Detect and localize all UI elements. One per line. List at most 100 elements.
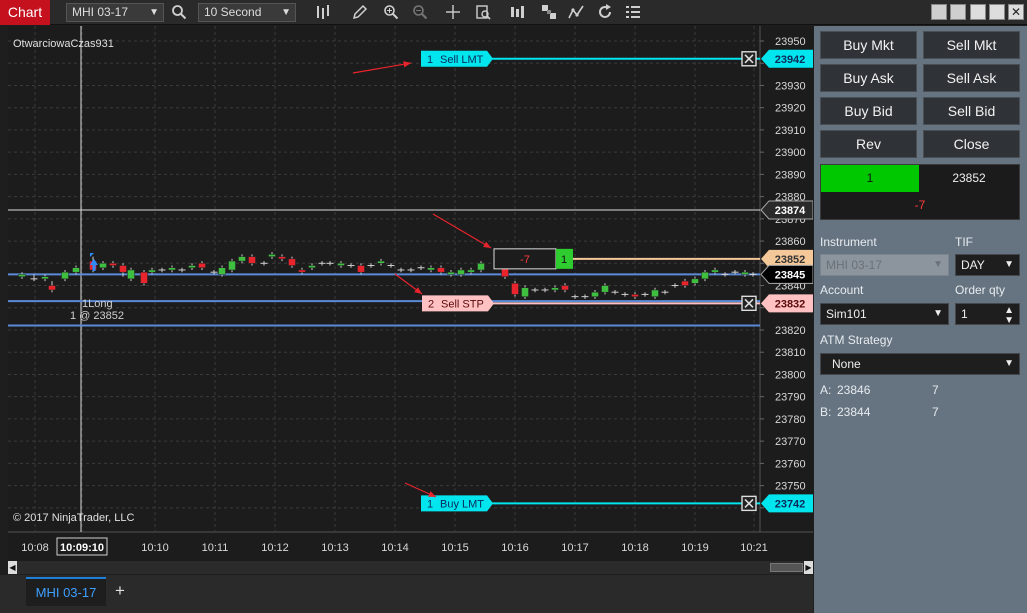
execution-flag-icon	[90, 253, 94, 257]
order-qty-stepper[interactable]: 1 ▲ ▼	[955, 303, 1020, 326]
maximize-icon[interactable]	[989, 4, 1005, 20]
candle-body	[288, 258, 296, 266]
candle-body	[601, 285, 609, 293]
add-tab-button[interactable]: +	[110, 579, 130, 603]
atm-strategy-select[interactable]: None ▼	[820, 353, 1020, 375]
candle-body	[228, 260, 236, 271]
tif-label: TIF	[955, 235, 973, 249]
price-tick-label: 23800	[775, 369, 806, 381]
sell-ask-button[interactable]: Sell Ask	[923, 64, 1020, 92]
bid-price: 23844	[837, 405, 871, 419]
order-qty-value: 1	[961, 307, 968, 321]
price-tick-label: 23770	[775, 436, 806, 448]
candle-body	[72, 267, 80, 273]
instrument-selector-value: MHI 03-17	[72, 5, 129, 19]
horizontal-scrollbar[interactable]: ◀ ▶	[8, 561, 813, 574]
candle-body	[18, 274, 26, 277]
time-tick-label: 10:16	[501, 542, 529, 554]
chart-tab[interactable]: Chart	[0, 0, 50, 25]
instrument-field-value: MHI 03-17	[826, 258, 883, 272]
buy-market-button[interactable]: Buy Mkt	[820, 31, 917, 59]
candle-body	[308, 265, 316, 268]
stepper-down-icon[interactable]: ▼	[1004, 311, 1014, 331]
price-tick-label: 23920	[775, 103, 806, 115]
pencil-icon[interactable]	[351, 4, 369, 21]
search-icon[interactable]	[170, 4, 188, 21]
atm-strategy-label: ATM Strategy	[820, 333, 893, 347]
crosshair-price-marker-label: 23874	[775, 205, 806, 217]
interval-selector-value: 10 Second	[204, 5, 262, 19]
tif-select[interactable]: DAY ▼	[955, 254, 1020, 276]
drawing-tools-icon[interactable]	[567, 4, 585, 21]
price-tick-label: 23890	[775, 169, 806, 181]
candle-body	[631, 294, 639, 297]
candle-body	[467, 269, 475, 273]
annotation-arrowhead	[403, 61, 411, 68]
chart-canvas[interactable]: 2395023940239302392023910239002389023880…	[8, 26, 813, 561]
position-quantity: 1	[821, 165, 919, 192]
instrument-tab[interactable]: MHI 03-17	[26, 577, 106, 606]
tif-select-value: DAY	[961, 258, 985, 272]
account-select[interactable]: Sim101 ▼	[820, 303, 949, 325]
restore-window-icon[interactable]	[950, 4, 966, 20]
candle-body	[427, 267, 435, 271]
time-tick-label: 10:21	[740, 542, 768, 554]
data-box-icon[interactable]	[474, 4, 492, 21]
sell-stop-order-qty: 2	[428, 298, 434, 310]
position-pnl: -7	[914, 198, 926, 212]
reload-icon[interactable]	[596, 4, 614, 21]
candle-body	[109, 263, 117, 266]
candle-body	[218, 267, 226, 275]
candle-body	[521, 287, 529, 297]
properties-icon[interactable]	[624, 4, 642, 21]
sell-market-button[interactable]: Sell Mkt	[923, 31, 1020, 59]
execution-detail: 1 @ 23852	[70, 310, 124, 322]
buy-ask-button[interactable]: Buy Ask	[820, 64, 917, 92]
execution-label: 1Long	[82, 298, 113, 310]
candle-body	[377, 260, 385, 264]
instrument-selector[interactable]: MHI 03-17 ▼	[66, 3, 164, 22]
candle-body	[298, 269, 306, 273]
bid-size: 7	[932, 405, 939, 419]
strategies-icon[interactable]	[540, 4, 558, 21]
buy-limit-order-qty: 1	[427, 498, 433, 510]
zoom-in-icon[interactable]	[382, 4, 400, 21]
scroll-left-icon[interactable]: ◀	[8, 561, 17, 574]
candle-body	[238, 256, 246, 262]
candle-body	[701, 271, 709, 280]
candle-body	[188, 265, 196, 268]
candle-body	[651, 289, 659, 297]
price-chart[interactable]: 2395023940239302392023910239002389023880…	[8, 26, 813, 561]
copyright-label: © 2017 NinjaTrader, LLC	[13, 512, 135, 524]
candle-body	[337, 263, 345, 266]
time-tick-label: 10:11	[202, 542, 229, 554]
candle-body	[61, 271, 69, 280]
close-position-button[interactable]: Close	[923, 130, 1020, 158]
candle-body	[140, 271, 148, 284]
candle-body	[48, 285, 56, 291]
minimize-icon[interactable]	[970, 4, 986, 20]
crosshair-icon[interactable]	[444, 4, 462, 21]
buy-bid-button[interactable]: Buy Bid	[820, 97, 917, 125]
candle-body	[437, 267, 445, 273]
zoom-out-icon[interactable]	[411, 4, 429, 21]
sell-bid-button[interactable]: Sell Bid	[923, 97, 1020, 125]
candle-body	[357, 265, 365, 273]
time-tick-label: 10:12	[261, 542, 289, 554]
position-qty-text: 1	[561, 254, 567, 266]
close-window-icon[interactable]: ✕	[1008, 4, 1024, 20]
bar-type-icon[interactable]	[314, 4, 332, 21]
scroll-thumb[interactable]	[770, 563, 803, 572]
scroll-right-icon[interactable]: ▶	[804, 561, 813, 574]
interval-selector[interactable]: 10 Second ▼	[198, 3, 296, 22]
candle-body	[741, 271, 749, 275]
price-tick-label: 23900	[775, 147, 806, 159]
annotation-arrow	[352, 62, 412, 74]
reverse-button[interactable]: Rev	[820, 130, 917, 158]
indicators-icon[interactable]	[508, 4, 526, 21]
time-tick-label: 10:19	[681, 542, 709, 554]
price-tick-label: 23910	[775, 125, 806, 137]
ask-price: 23846	[837, 383, 871, 397]
position-avg-price: 23852	[952, 171, 986, 185]
tile-window-icon[interactable]	[931, 4, 947, 20]
